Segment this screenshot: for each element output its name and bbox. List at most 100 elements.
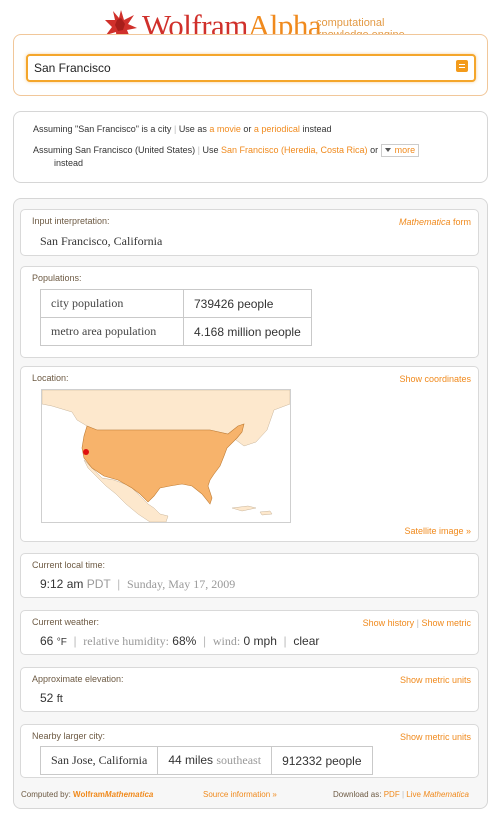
nearby-city-name: San Jose, California — [39, 746, 159, 775]
download-live-mathematica-link[interactable]: Live Mathematica — [406, 790, 469, 799]
download-pdf-link[interactable]: PDF — [384, 790, 400, 799]
mathematica-form-link-italic: Mathematica — [398, 217, 451, 227]
humidity: 68% — [172, 634, 197, 648]
assumption-1-suffix: instead — [302, 124, 332, 134]
assumption-2-use: Use — [202, 144, 219, 155]
distance-unit: miles — [185, 753, 214, 767]
footer-mathematica: Mathematica — [104, 790, 154, 799]
wind-label: wind: — [212, 634, 241, 648]
live-mathematica-label: Mathematica — [423, 790, 469, 799]
search-input[interactable] — [34, 59, 434, 77]
assumption-2-text: Assuming San Francisco (United States) — [33, 144, 196, 155]
nearby-metric-link[interactable]: Show metric units — [400, 732, 471, 742]
assumption-1-text: Assuming "San Francisco" is a city — [33, 124, 172, 134]
elevation-value: 52 ft — [40, 691, 63, 705]
united-states-landmass — [81, 423, 245, 505]
assumption-line-1: Assuming "San Francisco" is a city | Use… — [33, 124, 331, 134]
show-history-link[interactable]: Show history — [363, 618, 415, 628]
download-as: Download as: PDF | Live Mathematica — [333, 790, 469, 799]
separator: | — [416, 618, 419, 628]
show-coordinates-link[interactable]: Show coordinates — [399, 374, 471, 384]
computed-by: Computed by: WolframMathematica — [21, 790, 153, 799]
population-number: 739426 — [194, 296, 235, 311]
population-number: 4.168 — [194, 324, 225, 339]
population-unit: people — [237, 296, 274, 311]
satellite-image-link[interactable]: Satellite image » — [404, 526, 471, 536]
nearby-population-cell: 912332 people — [271, 746, 373, 775]
population-value-cell: 4.168 million people — [183, 317, 312, 346]
pod-elevation: Approximate elevation: Show metric units… — [20, 667, 479, 712]
local-time-value: 9:12 am PDT | Sunday, May 17, 2009 — [40, 577, 235, 592]
population-label: metro area population — [40, 317, 184, 346]
input-interpretation-value: San Francisco, California — [40, 234, 163, 248]
humidity-label: relative humidity: — [83, 634, 169, 648]
pod-nearby-city: Nearby larger city: Show metric units Sa… — [20, 724, 479, 778]
assumption-line-2: Assuming San Francisco (United States) |… — [33, 144, 420, 157]
tagline-line-1: computational — [316, 17, 385, 29]
pod-current-weather: Current weather: Show history | Show met… — [20, 610, 479, 655]
mathematica-form-link[interactable]: Mathematica form — [399, 217, 471, 227]
elevation-number: 52 — [40, 691, 54, 705]
more-assumptions-dropdown[interactable]: more — [380, 144, 420, 157]
pod-local-time: Current local time: 9:12 am PDT | Sunday… — [20, 553, 479, 598]
populations-table: city population 739426 people metro area… — [40, 289, 312, 346]
use-as-movie-link[interactable]: a movie — [209, 124, 241, 134]
weather-condition: clear — [293, 634, 320, 648]
more-label: more — [394, 145, 416, 155]
pod-title: Current local time: — [32, 560, 106, 570]
separator: | — [199, 634, 210, 648]
pod-location: Location: Show coordinates Satellite ima… — [20, 366, 479, 542]
use-costa-rica-link[interactable]: San Francisco (Heredia, Costa Rica) — [221, 145, 368, 155]
wind-unit: mph — [253, 634, 277, 648]
distance-number: 44 — [168, 753, 182, 767]
separator: | — [70, 634, 80, 648]
computed-by-label: Computed by: — [21, 790, 71, 799]
population-unit: people — [325, 753, 362, 768]
elevation-metric-link[interactable]: Show metric units — [400, 675, 471, 685]
wolfram-mathematica-link[interactable]: WolframMathematica — [73, 790, 153, 799]
search-options-button[interactable] — [456, 60, 468, 72]
pod-input-interpretation: Input interpretation: Mathematica form S… — [20, 209, 479, 256]
footer-wolfram: Wolfram — [73, 790, 105, 799]
temperature-unit: °F — [56, 637, 67, 648]
assumption-1-use: Use as — [178, 124, 207, 134]
separator: | — [173, 124, 177, 134]
pod-title: Current weather: — [32, 617, 100, 627]
city-location-marker — [83, 449, 89, 455]
assumption-1-or: or — [243, 124, 252, 134]
dropdown-triangle-icon — [384, 148, 391, 152]
separator: | — [280, 634, 291, 648]
elevation-unit: ft — [56, 693, 63, 705]
cuba-island — [231, 505, 257, 512]
date: Sunday, May 17, 2009 — [126, 577, 236, 591]
time-zone: PDT — [86, 577, 111, 591]
population-value-cell: 739426 people — [183, 289, 312, 318]
mathematica-form-link-rest: form — [450, 217, 471, 227]
search-box — [26, 54, 476, 82]
population-label: city population — [40, 289, 184, 318]
pod-title: Input interpretation: — [32, 216, 110, 226]
temperature: 66 — [40, 634, 54, 648]
assumption-2-suffix: instead — [54, 158, 84, 168]
time-of-day: 9:12 am — [40, 577, 84, 591]
table-row: metro area population 4.168 million peop… — [40, 317, 312, 346]
separator: | — [401, 790, 405, 799]
table-row: city population 739426 people — [40, 289, 312, 318]
map-graphic — [42, 390, 290, 522]
use-as-periodical-link[interactable]: a periodical — [254, 124, 300, 134]
pod-title: Approximate elevation: — [32, 674, 124, 684]
live-label: Live — [406, 790, 421, 799]
direction: southeast — [216, 753, 262, 767]
population-number: 912332 — [282, 753, 323, 768]
assumption-2-or: or — [370, 144, 379, 155]
source-information-link[interactable]: Source information » — [203, 790, 277, 799]
location-map[interactable] — [41, 389, 291, 523]
population-unit: million people — [227, 324, 301, 339]
weather-links: Show history | Show metric — [363, 618, 471, 628]
pod-title: Location: — [32, 373, 69, 383]
download-label: Download as: — [333, 790, 382, 799]
show-metric-link[interactable]: Show metric — [421, 618, 471, 628]
pod-title: Populations: — [32, 273, 82, 283]
pod-title: Nearby larger city: — [32, 731, 106, 741]
nearby-city-table: San Jose, California 44 miles southeast … — [39, 746, 373, 775]
